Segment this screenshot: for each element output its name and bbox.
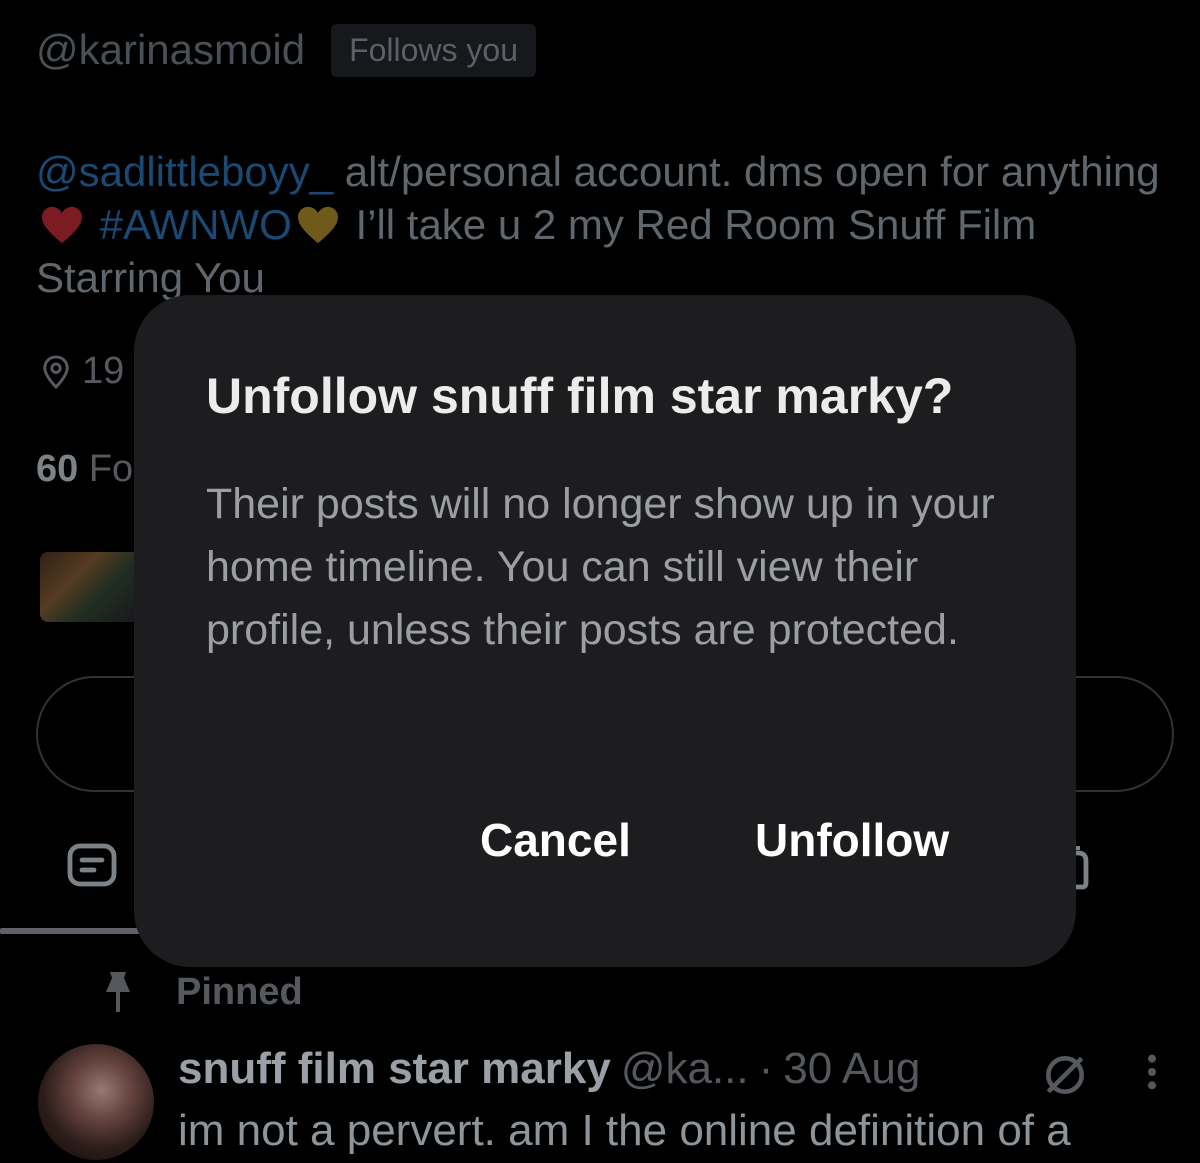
profile-handle: @karinasmoid	[36, 26, 306, 73]
location-text: 19	[82, 350, 125, 392]
followers-number: 60	[36, 448, 79, 490]
unfollow-dialog: Unfollow snuff film star marky? Their po…	[134, 295, 1076, 967]
bio-text-1: alt/personal account. dms open for anyth…	[333, 148, 1160, 195]
gold-heart-emoji	[297, 206, 338, 244]
cancel-button[interactable]: Cancel	[480, 813, 631, 867]
post-author-handle[interactable]: @ka...	[621, 1044, 749, 1094]
profile-bio: @sadlittleboyy_ alt/personal account. dm…	[36, 145, 1166, 304]
bio-hashtag-link[interactable]: #AWNWO	[100, 201, 292, 248]
post-date[interactable]: 30 Aug	[783, 1044, 920, 1094]
post-text: im not a pervert. am I the online defini…	[178, 1106, 1071, 1155]
profile-location: 19	[38, 350, 124, 393]
followers-label: Fo	[88, 448, 134, 490]
location-icon	[43, 354, 69, 389]
post-separator: ·	[758, 1044, 774, 1093]
grok-icon[interactable]	[1040, 1050, 1090, 1100]
pinned-label: Pinned	[176, 970, 303, 1013]
avatar[interactable]	[38, 1044, 154, 1160]
dialog-title: Unfollow snuff film star marky?	[206, 368, 954, 424]
dialog-body: Their posts will no longer show up in yo…	[206, 480, 995, 654]
media-thumbnail[interactable]	[40, 552, 140, 622]
active-tab-indicator	[0, 928, 150, 934]
red-heart-emoji	[42, 206, 82, 244]
post-header: snuff film star marky @ka... · 30 Aug	[178, 1044, 920, 1094]
unfollow-button[interactable]: Unfollow	[755, 813, 949, 867]
post-author-name[interactable]: snuff film star marky	[178, 1044, 611, 1094]
handle-row: @karinasmoid Follows you	[36, 18, 537, 82]
action-button-right[interactable]	[1060, 676, 1174, 792]
posts-tab-icon[interactable]	[66, 842, 118, 888]
more-icon[interactable]	[1140, 1052, 1164, 1092]
followers-count[interactable]: 60 Fo	[36, 448, 133, 491]
pin-icon	[106, 972, 130, 1012]
follows-you-badge: Follows you	[331, 23, 537, 77]
screen: @karinasmoid Follows you @sadlittleboyy_…	[0, 0, 1200, 1163]
pinned-indicator: Pinned	[100, 970, 303, 1014]
bio-mention-link[interactable]: @sadlittleboyy_	[36, 148, 333, 195]
